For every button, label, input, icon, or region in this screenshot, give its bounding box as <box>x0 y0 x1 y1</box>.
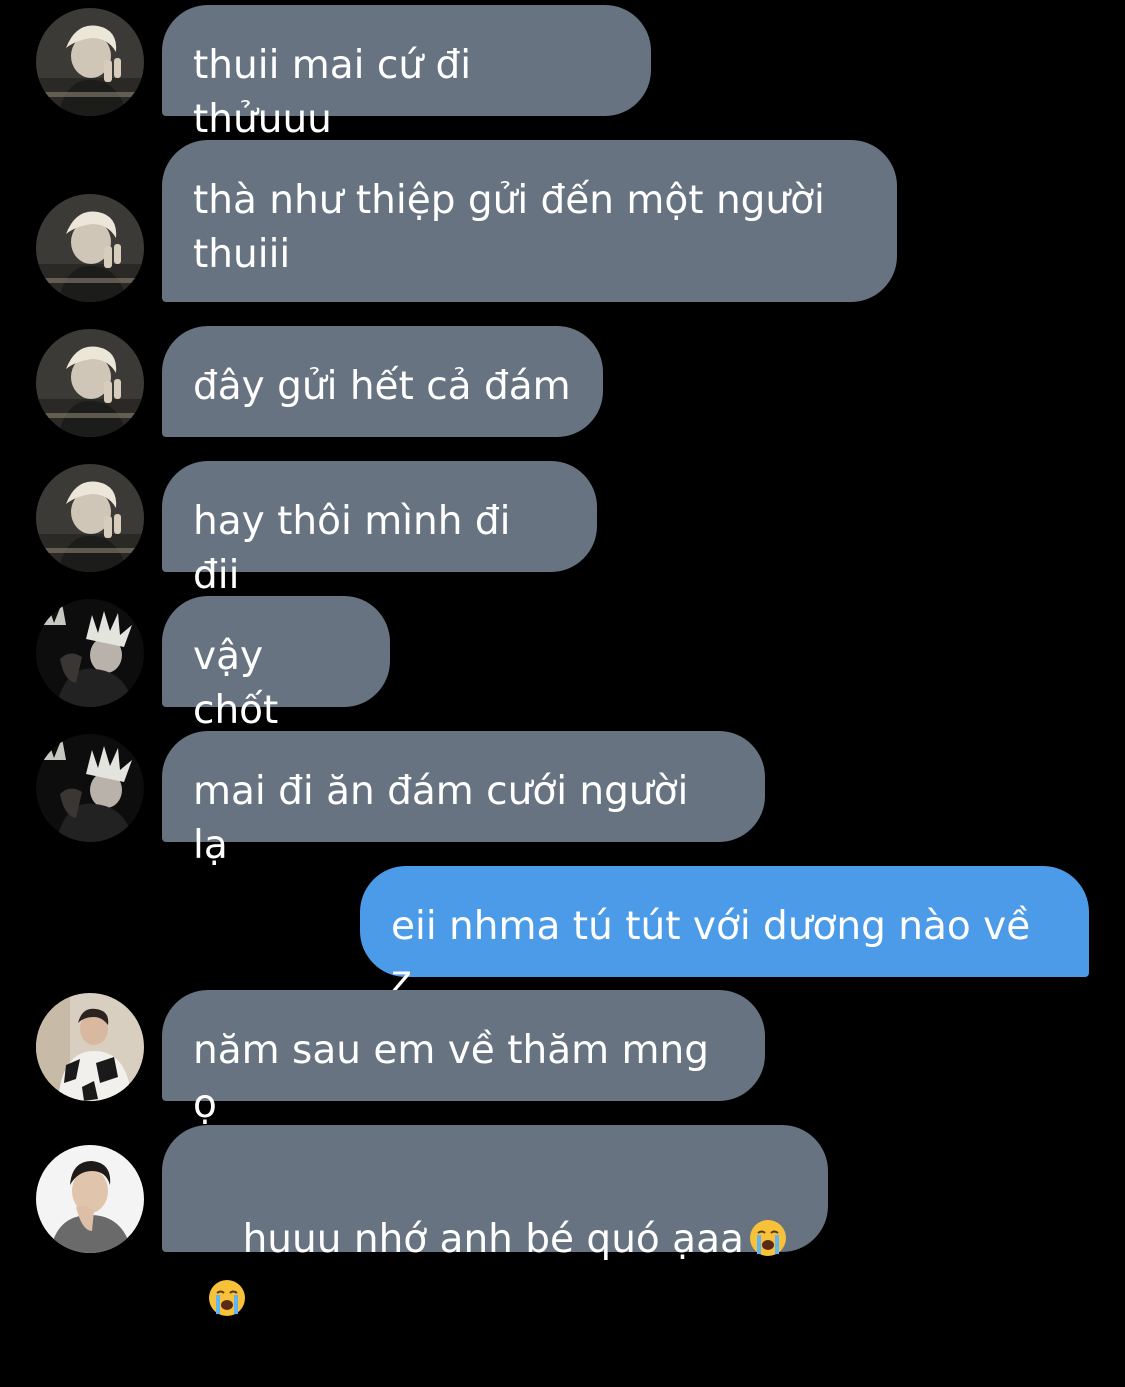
avatar-blond-peace-sign-icon <box>36 329 144 437</box>
message-bubble[interactable]: mai đi ăn đám cưới người lạ <box>162 731 765 868</box>
avatar[interactable] <box>36 993 144 1101</box>
avatar[interactable] <box>36 8 144 116</box>
emoji-group <box>207 1278 247 1333</box>
message-text: huuu nhớ anh bé quó ạaa <box>242 1217 744 1262</box>
avatar[interactable] <box>36 1145 144 1253</box>
avatar[interactable] <box>36 464 144 572</box>
message-bubble[interactable]: hay thôi mình đi đii <box>162 461 597 598</box>
message-bubble[interactable]: huuu nhớ anh bé quó ạaa <box>162 1125 828 1316</box>
message-bubble[interactable]: vậy chốt <box>162 596 390 733</box>
avatar[interactable] <box>36 329 144 437</box>
avatar-spiky-hair-dark-icon <box>36 734 144 842</box>
message-bubble[interactable]: thuii mai cứ đi thửuuu <box>162 5 651 142</box>
avatar-hand-on-chin-icon <box>36 1145 144 1253</box>
message-bubble[interactable]: thà như thiệp gửi đến một người thuiii <box>162 140 897 302</box>
avatar-blond-peace-sign-icon <box>36 194 144 302</box>
crying-face-emoji-icon <box>209 1280 245 1316</box>
message-bubble[interactable]: đây gửi hết cả đám <box>162 326 603 437</box>
avatar-blond-peace-sign-icon <box>36 464 144 572</box>
avatar[interactable] <box>36 599 144 707</box>
avatar[interactable] <box>36 734 144 842</box>
message-bubble[interactable]: eii nhma tú tút với dương nào về z <box>360 866 1089 1003</box>
avatar-blond-peace-sign-icon <box>36 8 144 116</box>
avatar-spiky-hair-dark-icon <box>36 599 144 707</box>
emoji-group <box>748 1218 788 1273</box>
crying-face-emoji-icon <box>749 1220 786 1256</box>
message-bubble[interactable]: năm sau em về thăm mng ọ <box>162 990 765 1127</box>
avatar[interactable] <box>36 194 144 302</box>
avatar-patterned-sweater-icon <box>36 993 144 1101</box>
